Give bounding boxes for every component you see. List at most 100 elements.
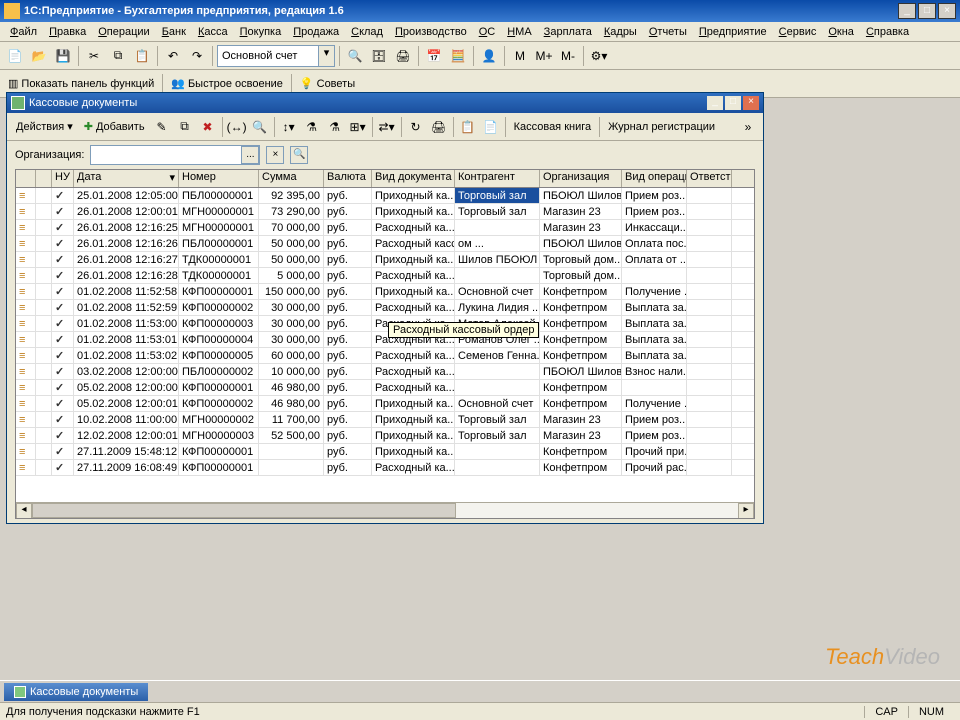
sub-restore-button[interactable]: □ <box>725 96 741 110</box>
table-row[interactable]: 26.01.2008 12:16:28ТДК000000015 000,00ру… <box>16 268 754 284</box>
table-row[interactable]: 27.11.2009 15:48:12КФП00000001руб.Приход… <box>16 444 754 460</box>
menu-предприятие[interactable]: Предприятие <box>693 24 773 40</box>
table-row[interactable]: 12.02.2008 12:00:01МГН0000000352 500,00р… <box>16 428 754 444</box>
db-icon[interactable]: 🗄 <box>368 45 390 67</box>
menu-сервис[interactable]: Сервис <box>773 24 823 40</box>
org-filter-input[interactable] <box>91 146 241 164</box>
date-range-icon[interactable]: (↔) <box>226 116 248 138</box>
account-combo-dropdown[interactable]: ▾ <box>318 46 334 66</box>
new-doc-icon[interactable]: 📄 <box>4 45 26 67</box>
scroll-thumb[interactable] <box>32 503 456 518</box>
col-header[interactable]: НУ <box>52 170 74 187</box>
post-icon[interactable]: 📋 <box>457 116 479 138</box>
edit-icon[interactable]: ✎ <box>151 116 173 138</box>
col-header[interactable]: Вид документа <box>372 170 455 187</box>
menu-зарплата[interactable]: Зарплата <box>538 24 598 40</box>
table-row[interactable]: 26.01.2008 12:16:27ТДК0000000150 000,00р… <box>16 252 754 268</box>
undo-icon[interactable]: ↶ <box>162 45 184 67</box>
col-header[interactable]: Сумма <box>259 170 324 187</box>
menu-операции[interactable]: Операции <box>92 24 155 40</box>
col-header[interactable]: Дата ▾ <box>74 170 179 187</box>
col-header[interactable]: Ответст <box>687 170 732 187</box>
col-header[interactable] <box>36 170 52 187</box>
horizontal-scrollbar[interactable]: ◂ ▸ <box>16 502 754 518</box>
account-combo-input[interactable] <box>218 46 318 66</box>
table-row[interactable]: 03.02.2008 12:00:00ПБЛ0000000210 000,00р… <box>16 364 754 380</box>
table-row[interactable]: 05.02.2008 12:00:01КФП0000000246 980,00р… <box>16 396 754 412</box>
col-header[interactable]: Организация <box>540 170 622 187</box>
registration-journal-button[interactable]: Журнал регистрации <box>603 119 720 135</box>
sort-icon[interactable]: ↕▾ <box>278 116 300 138</box>
move-icon[interactable]: ⇄▾ <box>376 116 398 138</box>
close-button[interactable]: × <box>938 3 956 19</box>
table-row[interactable]: 01.02.2008 11:52:59КФП0000000230 000,00р… <box>16 300 754 316</box>
advice-button[interactable]: 💡Советы <box>296 75 359 92</box>
table-row[interactable]: 27.11.2009 16:08:49КФП00000001руб.Расход… <box>16 460 754 476</box>
copy-icon[interactable]: ⧉ <box>107 45 129 67</box>
calendar-icon[interactable]: 📅 <box>423 45 445 67</box>
quick-learn-button[interactable]: 👥Быстрое освоение <box>167 75 287 92</box>
col-header[interactable] <box>16 170 36 187</box>
menu-продажа[interactable]: Продажа <box>287 24 345 40</box>
mem-mminus[interactable]: M- <box>557 45 579 67</box>
table-row[interactable]: 01.02.2008 11:53:00КФП0000000330 000,00р… <box>16 316 754 332</box>
table-row[interactable]: 26.01.2008 12:00:01МГН0000000173 290,00р… <box>16 204 754 220</box>
menu-правка[interactable]: Правка <box>43 24 92 40</box>
redo-icon[interactable]: ↷ <box>186 45 208 67</box>
grid-body[interactable]: 25.01.2008 12:05:00ПБЛ0000000192 395,00р… <box>16 188 754 502</box>
search-icon[interactable]: 🔍 <box>344 45 366 67</box>
table-row[interactable]: 01.02.2008 11:53:01КФП0000000430 000,00р… <box>16 332 754 348</box>
table-row[interactable]: 26.01.2008 12:16:26ПБЛ0000000150 000,00р… <box>16 236 754 252</box>
mem-m[interactable]: M <box>509 45 531 67</box>
add-button[interactable]: ✚Добавить <box>79 118 150 135</box>
taskbar-item[interactable]: Кассовые документы <box>4 683 148 701</box>
sub-close-button[interactable]: × <box>743 96 759 110</box>
menu-банк[interactable]: Банк <box>156 24 192 40</box>
print-sub-icon[interactable]: 🖨 <box>428 116 450 138</box>
filter-icon[interactable]: ⚗ <box>301 116 323 138</box>
col-header[interactable]: Вид операции <box>622 170 687 187</box>
col-header[interactable]: Контрагент <box>455 170 540 187</box>
more-icon[interactable]: » <box>737 116 759 138</box>
copy-row-icon[interactable]: ⧉ <box>174 116 196 138</box>
grid-settings-icon[interactable]: ⊞▾ <box>347 116 369 138</box>
minimize-button[interactable]: _ <box>898 3 916 19</box>
scroll-track[interactable] <box>32 503 738 518</box>
restore-button[interactable]: □ <box>918 3 936 19</box>
sub-minimize-button[interactable]: _ <box>707 96 723 110</box>
menu-производство[interactable]: Производство <box>389 24 473 40</box>
table-row[interactable]: 25.01.2008 12:05:00ПБЛ0000000192 395,00р… <box>16 188 754 204</box>
cash-book-button[interactable]: Кассовая книга <box>509 119 597 135</box>
filter2-icon[interactable]: ⚗ <box>324 116 346 138</box>
actions-dropdown[interactable]: Действия ▾ <box>11 118 78 135</box>
org-filter-lookup[interactable]: ... <box>241 146 259 164</box>
find-icon[interactable]: 🔍 <box>249 116 271 138</box>
table-row[interactable]: 26.01.2008 12:16:25МГН0000000170 000,00р… <box>16 220 754 236</box>
col-header[interactable]: Номер <box>179 170 259 187</box>
col-header[interactable]: Валюта <box>324 170 372 187</box>
menu-окна[interactable]: Окна <box>822 24 860 40</box>
settings-icon[interactable]: ⚙▾ <box>588 45 610 67</box>
delete-icon[interactable]: ✖ <box>197 116 219 138</box>
scroll-right-button[interactable]: ▸ <box>738 503 754 519</box>
table-row[interactable]: 10.02.2008 11:00:00МГН0000000211 700,00р… <box>16 412 754 428</box>
org-filter-search[interactable]: 🔍 <box>290 146 308 164</box>
calc-icon[interactable]: 🧮 <box>447 45 469 67</box>
org-filter-clear[interactable]: × <box>266 146 284 164</box>
org-filter-combo[interactable]: ... <box>90 145 260 165</box>
show-panel-button[interactable]: ▥Показать панель функций <box>4 75 158 92</box>
report-icon[interactable]: 📄 <box>480 116 502 138</box>
save-icon[interactable]: 💾 <box>52 45 74 67</box>
menu-справка[interactable]: Справка <box>860 24 915 40</box>
menu-склад[interactable]: Склад <box>345 24 389 40</box>
menu-ос[interactable]: ОС <box>473 24 502 40</box>
account-combo[interactable]: ▾ <box>217 45 335 67</box>
mem-mplus[interactable]: M+ <box>533 45 555 67</box>
menu-нма[interactable]: НМА <box>501 24 537 40</box>
open-icon[interactable]: 📂 <box>28 45 50 67</box>
table-row[interactable]: 01.02.2008 11:52:58КФП00000001150 000,00… <box>16 284 754 300</box>
scroll-left-button[interactable]: ◂ <box>16 503 32 519</box>
menu-отчеты[interactable]: Отчеты <box>643 24 693 40</box>
table-row[interactable]: 01.02.2008 11:53:02КФП0000000560 000,00р… <box>16 348 754 364</box>
refresh-icon[interactable]: ↻ <box>405 116 427 138</box>
